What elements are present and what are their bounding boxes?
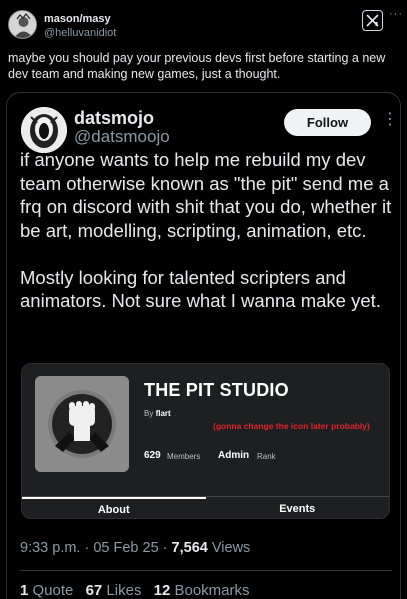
meta-separator: ·	[158, 540, 172, 556]
quoted-post-card[interactable]: datsmojo @datsmoojo Follow ⋮ if anyone w…	[6, 92, 401, 599]
views-label: Views	[207, 540, 251, 556]
studio-rank-label: Rank	[257, 452, 276, 461]
outer-more-icon[interactable]: ···	[389, 8, 403, 20]
bookmarks-stat[interactable]: 12 Bookmarks	[154, 582, 250, 599]
quoted-author-name[interactable]: datsmojo	[74, 108, 154, 129]
studio-tab-about: About	[22, 497, 206, 518]
post-time[interactable]: 9:33 p.m.	[20, 540, 80, 556]
views-count[interactable]: 7,564	[172, 540, 208, 556]
studio-title: THE PIT STUDIO	[144, 380, 289, 400]
meta-separator: ·	[80, 540, 94, 556]
quoted-post-text: if anyone wants to help me rebuild my de…	[20, 149, 392, 311]
studio-annotation-note: (gonna change the icon later probably)	[213, 421, 370, 431]
follow-button[interactable]: Follow	[284, 109, 371, 136]
outer-post-text: maybe you should pay your previous devs …	[8, 51, 386, 81]
x-logo-icon[interactable]	[362, 10, 383, 31]
studio-owner-name: flart	[155, 409, 171, 418]
studio-members-count: 629	[144, 450, 161, 461]
outer-author-avatar[interactable]	[8, 10, 37, 39]
quoted-author-avatar[interactable]	[21, 107, 67, 153]
quoted-author-handle[interactable]: @datsmoojo	[74, 127, 170, 147]
studio-tab-events: Events	[279, 503, 316, 515]
studio-rank-value: Admin	[218, 450, 250, 461]
stats-divider	[20, 570, 392, 571]
likes-stat[interactable]: 67 Likes	[86, 582, 142, 599]
studio-by-prefix: By	[144, 409, 154, 418]
outer-author-handle[interactable]: @helluvanidiot	[44, 27, 116, 39]
studio-members-label: Members	[167, 452, 201, 461]
studio-tabs: About Events	[22, 497, 389, 518]
quoted-post-stats: 1 Quote 67 Likes 12 Bookmarks	[20, 582, 250, 599]
studio-logo-fist-icon	[35, 376, 129, 472]
outer-author-name[interactable]: mason/masy	[44, 13, 111, 25]
quotes-stat[interactable]: 1 Quote	[20, 582, 73, 599]
quoted-more-icon[interactable]: ⋮	[382, 109, 398, 129]
post-date[interactable]: 05 Feb 25	[93, 540, 158, 556]
quoted-post-meta: 9:33 p.m. · 05 Feb 25 · 7,564 Views	[20, 540, 250, 556]
studio-card-image[interactable]: THE PIT STUDIO By flart (gonna change th…	[21, 363, 390, 519]
studio-by-line: By flart	[144, 409, 171, 418]
